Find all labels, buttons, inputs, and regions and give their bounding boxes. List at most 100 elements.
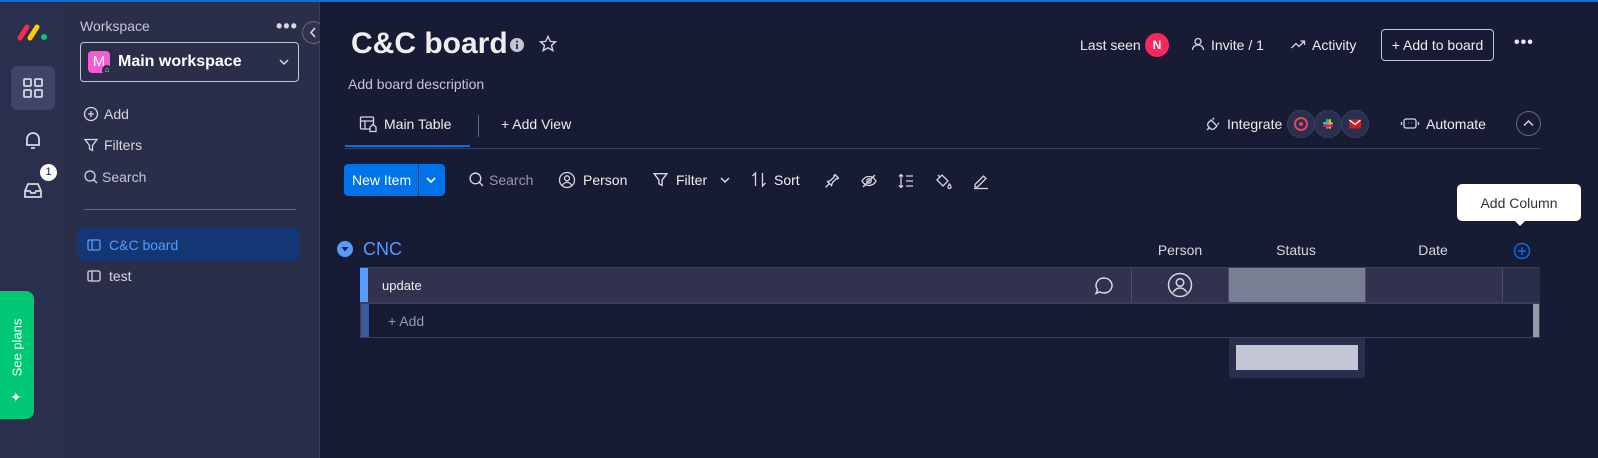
favorite-star-icon[interactable] <box>538 34 558 54</box>
sort-arrows-icon <box>751 171 767 188</box>
hide-columns-icon[interactable] <box>860 172 878 190</box>
tab-active-underline <box>345 145 470 147</box>
status-cell[interactable] <box>1229 268 1365 302</box>
integrate-plug-icon <box>1204 115 1222 133</box>
last-seen-label[interactable]: Last seen <box>1080 37 1141 53</box>
column-header-status[interactable]: Status <box>1228 242 1364 258</box>
work-management-icon[interactable] <box>11 66 55 110</box>
filter-button[interactable]: Filter <box>652 170 732 190</box>
integration-app-icon <box>1287 110 1315 138</box>
add-column-button[interactable] <box>1513 242 1531 260</box>
board-description[interactable]: Add board description <box>348 76 484 92</box>
date-cell[interactable] <box>1366 268 1502 302</box>
inbox-icon[interactable] <box>21 178 45 202</box>
add-view-button[interactable]: + Add View <box>501 116 571 132</box>
add-item-row[interactable]: + Add <box>360 303 1540 338</box>
column-header-person[interactable]: Person <box>1132 242 1228 258</box>
row-height-icon[interactable] <box>897 172 915 190</box>
add-to-board-button[interactable]: + Add to board <box>1381 29 1494 61</box>
board-icon <box>86 268 102 284</box>
chevron-down-icon[interactable] <box>718 173 732 187</box>
sidebar-item-test[interactable]: test <box>77 261 299 291</box>
row-scroll-edge <box>1533 304 1539 337</box>
person-cell[interactable] <box>1132 268 1228 302</box>
status-option-skeleton[interactable] <box>1236 345 1358 370</box>
table-row[interactable]: update <box>360 267 1540 303</box>
tab-main-table[interactable]: Main Table <box>345 106 470 148</box>
tab-main-table-label: Main Table <box>384 116 452 132</box>
invite-label: Invite / 1 <box>1211 37 1264 53</box>
filter-icon <box>83 137 99 153</box>
robot-icon <box>1400 115 1420 133</box>
workspace-label: Workspace <box>80 18 150 34</box>
filter-icon <box>652 171 669 188</box>
board-search[interactable]: Search <box>468 170 548 190</box>
new-item-button[interactable]: New Item <box>344 164 445 196</box>
sidebar-item-label: C&C board <box>109 237 179 253</box>
person-filter-label: Person <box>583 172 628 188</box>
integrate-label: Integrate <box>1227 116 1283 132</box>
workspace-sidebar: Workspace ••• M ⌂ Main workspace Add Fil… <box>66 2 325 458</box>
board-title[interactable]: C&C board <box>351 27 508 61</box>
sort-label: Sort <box>774 172 800 188</box>
filters-label: Filters <box>104 137 143 153</box>
new-item-divider <box>418 164 419 196</box>
activity-label: Activity <box>1312 37 1357 53</box>
pen-format-icon[interactable] <box>972 172 990 190</box>
gmail-icon <box>1341 110 1369 138</box>
sidebar-divider <box>84 209 296 210</box>
sort-button[interactable]: Sort <box>751 170 803 190</box>
sidebar-item-cc-board[interactable]: C&C board <box>77 228 299 261</box>
group-title[interactable]: CNC <box>363 239 402 260</box>
workspace-selector[interactable]: M ⌂ Main workspace <box>80 42 299 82</box>
board-main: C&C board Add board description Last see… <box>320 2 1598 458</box>
add-item-label[interactable]: + Add <box>388 313 424 329</box>
activity-button[interactable]: Activity <box>1290 34 1366 56</box>
header-divider <box>345 148 1541 149</box>
activity-trend-icon <box>1290 36 1306 52</box>
add-column-tooltip: Add Column <box>1457 184 1581 226</box>
group-collapse-toggle[interactable] <box>337 241 353 257</box>
views-divider <box>478 115 479 137</box>
item-name[interactable]: update <box>382 278 422 293</box>
chevron-down-icon[interactable] <box>424 173 438 187</box>
table-home-icon <box>359 115 377 133</box>
conversation-bubble-icon[interactable] <box>1092 274 1116 298</box>
last-seen-avatar[interactable]: N <box>1145 33 1169 57</box>
group-color-bar <box>360 268 368 302</box>
add-column-tooltip-label: Add Column <box>1480 195 1558 211</box>
home-icon: ⌂ <box>102 65 112 75</box>
status-dropdown[interactable] <box>1229 338 1365 378</box>
board-menu-icon[interactable]: ••• <box>1514 34 1534 52</box>
collapse-header-button[interactable] <box>1516 111 1541 136</box>
integrate-button[interactable]: Integrate <box>1202 110 1372 140</box>
search-icon <box>83 169 99 185</box>
person-icon <box>1190 36 1206 52</box>
info-icon[interactable] <box>509 37 525 53</box>
filter-label: Filter <box>676 172 708 188</box>
person-filter-button[interactable]: Person <box>558 170 633 190</box>
invite-button[interactable]: Invite / 1 <box>1190 34 1270 56</box>
workspace-name: Main workspace <box>118 53 242 70</box>
chevron-down-icon <box>277 55 291 69</box>
monday-logo[interactable] <box>17 22 51 42</box>
tooltip-arrow <box>1513 219 1527 226</box>
empty-cell <box>1503 268 1540 302</box>
paint-bucket-icon[interactable] <box>934 172 952 190</box>
left-rail: 1 See plans ✦ <box>0 2 66 458</box>
person-placeholder-icon <box>1167 272 1193 298</box>
group-color-bar <box>361 304 369 337</box>
automate-label: Automate <box>1426 116 1486 132</box>
sidebar-search[interactable]: Search <box>83 168 293 188</box>
search-icon <box>468 171 485 188</box>
notifications-bell-icon[interactable] <box>21 128 45 152</box>
new-item-label: New Item <box>352 172 412 188</box>
column-header-date[interactable]: Date <box>1364 242 1502 258</box>
see-plans-button[interactable]: See plans ✦ <box>0 291 34 419</box>
board-search-placeholder: Search <box>489 172 534 188</box>
plus-circle-icon <box>83 106 99 122</box>
automate-button[interactable]: Automate <box>1400 112 1490 138</box>
inbox-badge: 1 <box>40 164 57 181</box>
pin-icon[interactable] <box>823 172 841 190</box>
more-options-icon[interactable]: ••• <box>276 16 298 37</box>
